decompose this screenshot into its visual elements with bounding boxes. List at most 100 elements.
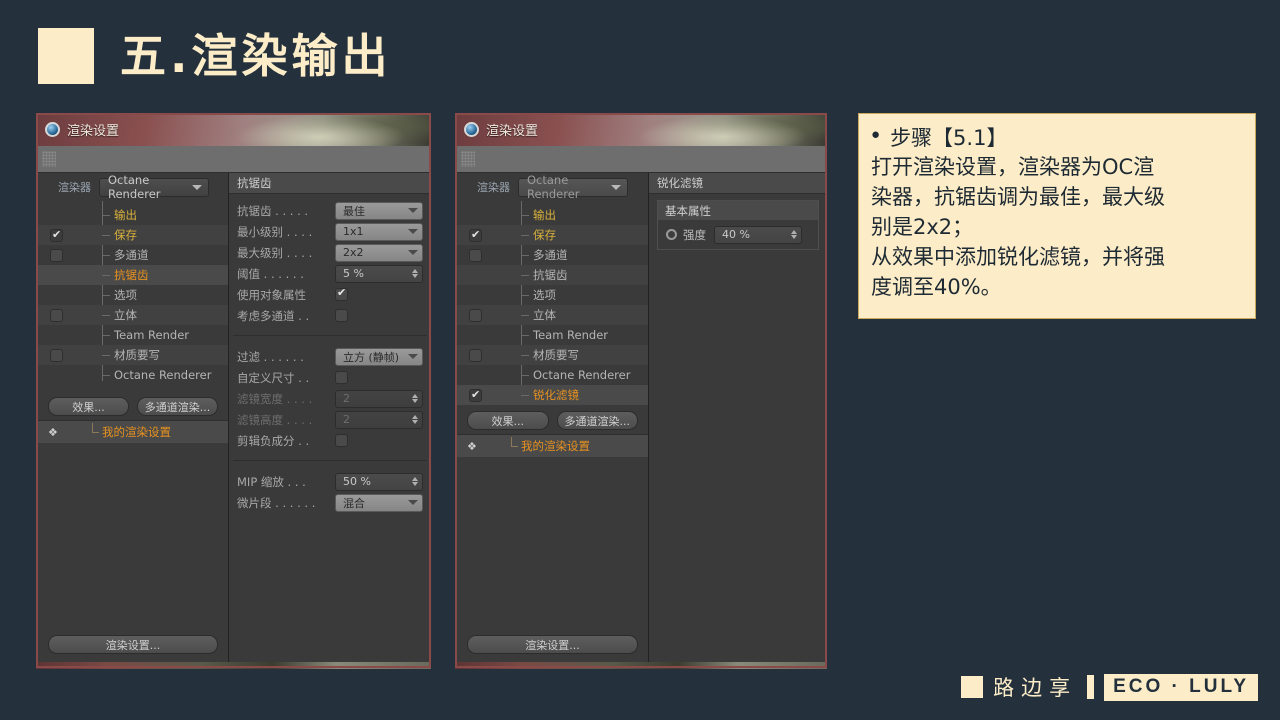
- tree-item-checkbox[interactable]: [469, 388, 482, 402]
- page-title: 五.渲染输出: [120, 29, 392, 83]
- renderer-dropdown[interactable]: Octane Renderer: [518, 173, 628, 201]
- radio-icon[interactable]: [666, 229, 677, 240]
- property-dropdown[interactable]: 2x2: [335, 243, 423, 262]
- spinner-icon[interactable]: [412, 394, 418, 403]
- settings-tree[interactable]: 输出保存多通道抗锯齿选项立体 Team Render 材质要写 Octane Rend…: [455, 201, 648, 405]
- tree-item-label: 输出: [114, 208, 137, 222]
- tree-item-抗锯齿[interactable]: 抗锯齿: [455, 265, 648, 285]
- drag-grip-icon[interactable]: [461, 151, 475, 167]
- tree-item-保存[interactable]: 保存: [455, 225, 648, 245]
- spinner-icon[interactable]: [791, 230, 797, 239]
- tree-item-抗锯齿[interactable]: 抗锯齿: [36, 265, 228, 285]
- renderer-row: 渲染器 Octane Renderer: [36, 173, 228, 201]
- move-icon: ❖: [467, 440, 477, 453]
- note-line-3: 别是2x2；: [871, 214, 974, 239]
- tree-item-checkbox[interactable]: [50, 348, 63, 362]
- my-render-settings-row[interactable]: ❖ 我的渲染设置: [36, 420, 228, 443]
- tree-item-选项[interactable]: 选项: [36, 285, 228, 305]
- property-row-抗锯齿: 抗锯齿 . . . . . 最佳: [237, 200, 423, 221]
- render-settings-button[interactable]: 渲染设置...: [467, 635, 638, 654]
- strength-value: 40 %: [722, 228, 750, 241]
- property-row-MIP-缩放: MIP 缩放 . . . 50 %: [237, 471, 423, 492]
- tree-branch-icon: [102, 215, 110, 216]
- window-toolbar[interactable]: [455, 146, 827, 173]
- tree-item-checkbox[interactable]: [50, 228, 63, 242]
- tree-item-材质要写[interactable]: 材质要写: [455, 345, 648, 365]
- tree-item-label: 输出: [533, 208, 556, 222]
- tree-item-保存[interactable]: 保存: [36, 225, 228, 245]
- property-number-field[interactable]: 50 %: [335, 472, 423, 491]
- property-dropdown[interactable]: 最佳: [335, 201, 423, 220]
- property-number-field[interactable]: 2: [335, 389, 423, 408]
- render-settings-button[interactable]: 渲染设置...: [48, 635, 218, 654]
- property-checkbox[interactable]: [335, 371, 348, 384]
- tree-item-checkbox[interactable]: [50, 248, 63, 262]
- property-value: 立方 (静帧): [343, 350, 400, 364]
- tree-item-checkbox[interactable]: [469, 348, 482, 362]
- property-value: 最佳: [343, 204, 365, 218]
- window-toolbar[interactable]: [36, 146, 431, 173]
- tree-item-锐化滤镜[interactable]: 锐化滤镜: [455, 385, 648, 405]
- tree-item-输出[interactable]: 输出: [455, 205, 648, 225]
- tree-item-立体[interactable]: 立体: [455, 305, 648, 325]
- property-dropdown[interactable]: 立方 (静帧): [335, 347, 423, 366]
- property-checkbox[interactable]: [335, 309, 348, 322]
- settings-tree[interactable]: 输出保存多通道抗锯齿选项立体 Team Render 材质要写 Octane Rend…: [36, 201, 228, 391]
- bottom-button-row: 渲染设置...: [455, 629, 648, 662]
- tree-branch-icon: [521, 235, 529, 236]
- window-titlebar[interactable]: 渲染设置: [455, 113, 827, 146]
- tree-item-octane-renderer[interactable]: Octane Renderer: [36, 365, 228, 385]
- property-dropdown[interactable]: 混合: [335, 493, 423, 512]
- tree-item-checkbox[interactable]: [469, 308, 482, 322]
- tree-item-octane-renderer[interactable]: Octane Renderer: [455, 365, 648, 385]
- note-line-1: 打开渲染设置，渲染器为OC渲: [871, 155, 1155, 180]
- renderer-value: Octane Renderer: [527, 173, 580, 201]
- property-dropdown[interactable]: 1x1: [335, 222, 423, 241]
- tree-item-多通道[interactable]: 多通道: [455, 245, 648, 265]
- tree-branch-icon: [521, 355, 529, 356]
- property-label: MIP 缩放 . . .: [237, 474, 306, 489]
- tree-branch-icon: [102, 355, 110, 356]
- tree-item-label: 多通道: [533, 248, 568, 262]
- tree-item-checkbox[interactable]: [50, 308, 63, 322]
- renderer-dropdown[interactable]: Octane Renderer: [99, 173, 209, 201]
- tree-item-checkbox[interactable]: [469, 228, 482, 242]
- property-label: 滤镜高度 . . . .: [237, 412, 313, 427]
- property-checkbox[interactable]: [335, 286, 348, 301]
- property-value: 5 %: [343, 267, 364, 280]
- tree-item-team-render[interactable]: Team Render: [455, 325, 648, 345]
- render-settings-window-1[interactable]: 渲染设置 渲染器 Octane Renderer 输出保存多通道抗锯齿选项立体T…: [36, 113, 431, 669]
- property-number-field[interactable]: 5 %: [335, 264, 423, 283]
- tree-item-label: Team Render: [533, 328, 608, 342]
- tree-item-材质要写[interactable]: 材质要写: [36, 345, 228, 365]
- spinner-icon[interactable]: [412, 415, 418, 424]
- tree-item-多通道[interactable]: 多通道: [36, 245, 228, 265]
- spinner-icon[interactable]: [412, 477, 418, 486]
- strength-field[interactable]: 40 %: [714, 225, 802, 244]
- tree-item-checkbox[interactable]: [469, 248, 482, 262]
- chevron-down-icon: [192, 184, 202, 190]
- multipass-render-button[interactable]: 多通道渲染...: [556, 411, 638, 430]
- multipass-render-button[interactable]: 多通道渲染...: [137, 397, 218, 416]
- property-label: 使用对象属性: [237, 287, 306, 302]
- effects-button[interactable]: 效果...: [48, 397, 129, 416]
- property-row-滤镜高度: 滤镜高度 . . . . 2: [237, 409, 423, 430]
- property-checkbox[interactable]: [335, 434, 348, 447]
- spinner-icon[interactable]: [412, 269, 418, 278]
- chevron-down-icon: [408, 229, 418, 234]
- property-row-过滤: 过滤 . . . . . . 立方 (静帧): [237, 346, 423, 367]
- note-heading: 步骤【5.1】: [890, 126, 1008, 150]
- tree-item-选项[interactable]: 选项: [455, 285, 648, 305]
- window-titlebar[interactable]: 渲染设置: [36, 113, 431, 146]
- note-line-5: 度调至40%。: [871, 274, 1002, 299]
- property-number-field[interactable]: 2: [335, 410, 423, 429]
- effects-button[interactable]: 效果...: [467, 411, 549, 430]
- tree-item-输出[interactable]: 输出: [36, 205, 228, 225]
- tree-item-team-render[interactable]: Team Render: [36, 325, 228, 345]
- tree-branch-icon: [102, 255, 110, 256]
- my-render-settings-row[interactable]: ❖ 我的渲染设置: [455, 434, 648, 457]
- drag-grip-icon[interactable]: [42, 151, 56, 167]
- tree-branch-icon: [521, 215, 529, 216]
- render-settings-window-2[interactable]: 渲染设置 渲染器 Octane Renderer 输出保存多通道抗锯齿选项立体 T…: [455, 113, 827, 669]
- tree-item-立体[interactable]: 立体: [36, 305, 228, 325]
